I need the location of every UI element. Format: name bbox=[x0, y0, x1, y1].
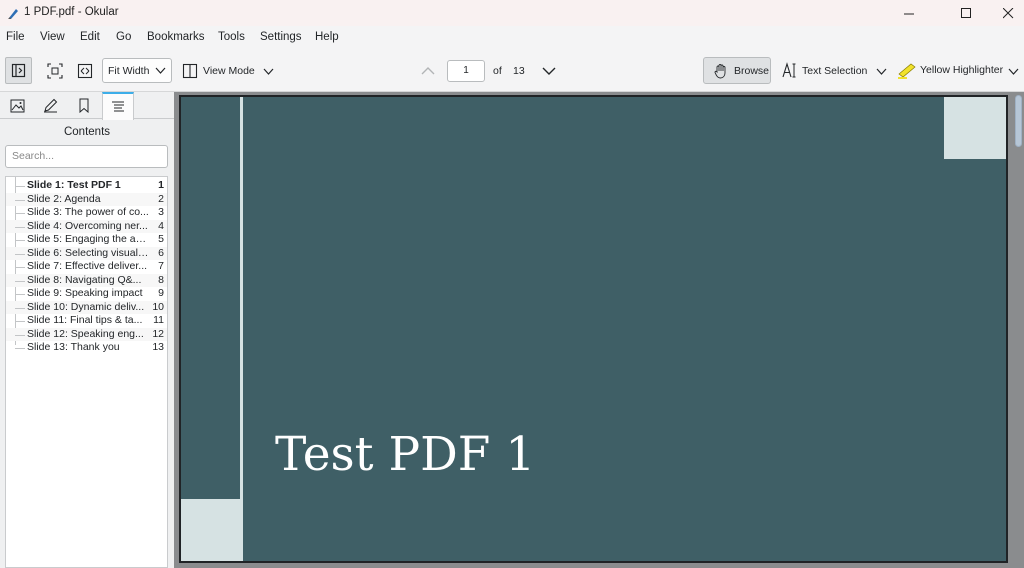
tab-thumbnails[interactable] bbox=[1, 92, 33, 119]
chevron-down-icon bbox=[876, 68, 886, 75]
chevron-down-icon bbox=[263, 68, 274, 75]
toc-item[interactable]: Slide 12: Speaking eng... 12 bbox=[6, 327, 167, 341]
sidebar-panel: Contents Search... Slide 1: Test PDF 11 … bbox=[0, 92, 174, 568]
tab-contents[interactable] bbox=[102, 92, 134, 120]
previous-page-button[interactable] bbox=[415, 58, 441, 84]
page-of-label: of bbox=[493, 65, 502, 77]
maximize-icon bbox=[960, 7, 971, 18]
hand-icon bbox=[714, 63, 726, 78]
toc-search-input[interactable]: Search... bbox=[5, 145, 168, 168]
close-button[interactable] bbox=[985, 0, 1024, 26]
minimize-icon bbox=[903, 13, 914, 14]
sidebar-panel-icon bbox=[11, 63, 26, 78]
menu-view[interactable]: View bbox=[40, 31, 65, 43]
menu-bookmarks[interactable]: Bookmarks bbox=[147, 31, 205, 43]
toc-item[interactable]: Slide 10: Dynamic deliv... 10 bbox=[6, 300, 167, 314]
zoom-fit-page-icon bbox=[47, 63, 63, 79]
tab-annotations[interactable] bbox=[34, 92, 66, 119]
zoom-fit-width-icon bbox=[77, 63, 93, 79]
menu-go[interactable]: Go bbox=[116, 31, 131, 43]
bookmark-icon bbox=[79, 98, 89, 113]
view-mode-icon bbox=[182, 63, 198, 79]
table-of-contents-icon bbox=[112, 101, 124, 112]
toc-item[interactable]: Slide 1: Test PDF 11 bbox=[6, 179, 167, 193]
document-view[interactable]: Test PDF 1 bbox=[174, 92, 1024, 568]
window-title: 1 PDF.pdf - Okular bbox=[24, 6, 119, 18]
tab-bookmarks[interactable] bbox=[68, 92, 100, 119]
pen-icon bbox=[43, 98, 57, 113]
contents-heading: Contents bbox=[63, 126, 111, 138]
pdf-page[interactable]: Test PDF 1 bbox=[179, 95, 1008, 563]
text-select-icon bbox=[782, 62, 796, 78]
sidebar-toggle-button[interactable] bbox=[5, 57, 32, 84]
highlighter-menu-button[interactable] bbox=[1000, 58, 1024, 84]
menu-edit[interactable]: Edit bbox=[80, 31, 100, 43]
yellow-highlighter-button[interactable]: Yellow Highlighter bbox=[897, 61, 1003, 79]
browse-tool-button[interactable]: Browse bbox=[703, 57, 771, 84]
highlighter-label: Yellow Highlighter bbox=[920, 64, 1004, 76]
toc-item[interactable]: Slide 7: Effective deliver... 7 bbox=[6, 260, 167, 274]
browse-label: Browse bbox=[734, 64, 770, 77]
fit-width-button[interactable] bbox=[72, 58, 98, 84]
slide-title: Test PDF 1 bbox=[275, 427, 536, 482]
toc-item[interactable]: Slide 13: Thank you 13 bbox=[6, 341, 167, 355]
page-number-input[interactable]: 1 bbox=[447, 60, 485, 82]
menu-bar: File View Edit Go Bookmarks Tools Settin… bbox=[0, 26, 1024, 50]
zoom-select[interactable]: Fit Width bbox=[102, 58, 172, 83]
toc-item[interactable]: Slide 11: Final tips & ta... 11 bbox=[6, 314, 167, 328]
view-mode-label: View Mode bbox=[203, 65, 255, 77]
chevron-down-icon bbox=[542, 67, 556, 75]
chevron-up-icon bbox=[421, 67, 435, 75]
zoom-value: Fit Width bbox=[108, 64, 150, 77]
fit-page-button[interactable] bbox=[42, 58, 68, 84]
okular-app-icon bbox=[8, 9, 18, 19]
image-icon bbox=[10, 99, 24, 112]
toc-item[interactable]: Slide 5: Engaging the au... 5 bbox=[6, 233, 167, 247]
chevron-down-icon bbox=[1008, 68, 1018, 75]
menu-tools[interactable]: Tools bbox=[218, 31, 245, 43]
menu-file[interactable]: File bbox=[6, 31, 25, 43]
toc-item[interactable]: Slide 6: Selecting visual ... 6 bbox=[6, 246, 167, 260]
slide-decoration-line bbox=[240, 97, 243, 561]
chevron-down-icon bbox=[155, 67, 166, 74]
slide-decoration-box-bottom-left bbox=[181, 499, 241, 561]
minimize-button[interactable] bbox=[886, 0, 932, 26]
main-toolbar: Fit Width View Mode of 13 Text Selection… bbox=[0, 50, 1024, 92]
highlighter-icon bbox=[898, 63, 916, 79]
close-icon bbox=[1002, 7, 1013, 18]
toc-tree: Slide 1: Test PDF 11 Slide 2: Agenda 2 Sl… bbox=[5, 176, 168, 568]
text-selection-button[interactable]: Text Selection bbox=[782, 62, 867, 79]
next-page-button[interactable] bbox=[536, 58, 562, 84]
text-selection-menu-button[interactable] bbox=[868, 58, 894, 84]
maximize-button[interactable] bbox=[943, 0, 989, 26]
toc-item[interactable]: Slide 3: The power of co... 3 bbox=[6, 206, 167, 220]
document-scrollbar-thumb[interactable] bbox=[1015, 95, 1022, 147]
sidebar-tabs bbox=[0, 92, 174, 120]
menu-help[interactable]: Help bbox=[315, 31, 339, 43]
slide-decoration-box-top-right bbox=[944, 97, 1006, 159]
page-total: 13 bbox=[513, 65, 525, 77]
title-bar: 1 PDF.pdf - Okular bbox=[0, 0, 1024, 26]
toc-item[interactable]: Slide 4: Overcoming ner... 4 bbox=[6, 219, 167, 233]
toc-item[interactable]: Slide 8: Navigating Q&... 8 bbox=[6, 273, 167, 287]
toc-item[interactable]: Slide 9: Speaking impact 9 bbox=[6, 287, 167, 301]
toc-item[interactable]: Slide 2: Agenda 2 bbox=[6, 192, 167, 206]
menu-settings[interactable]: Settings bbox=[260, 31, 302, 43]
text-selection-label: Text Selection bbox=[802, 64, 868, 77]
view-mode-button[interactable]: View Mode bbox=[182, 63, 274, 79]
